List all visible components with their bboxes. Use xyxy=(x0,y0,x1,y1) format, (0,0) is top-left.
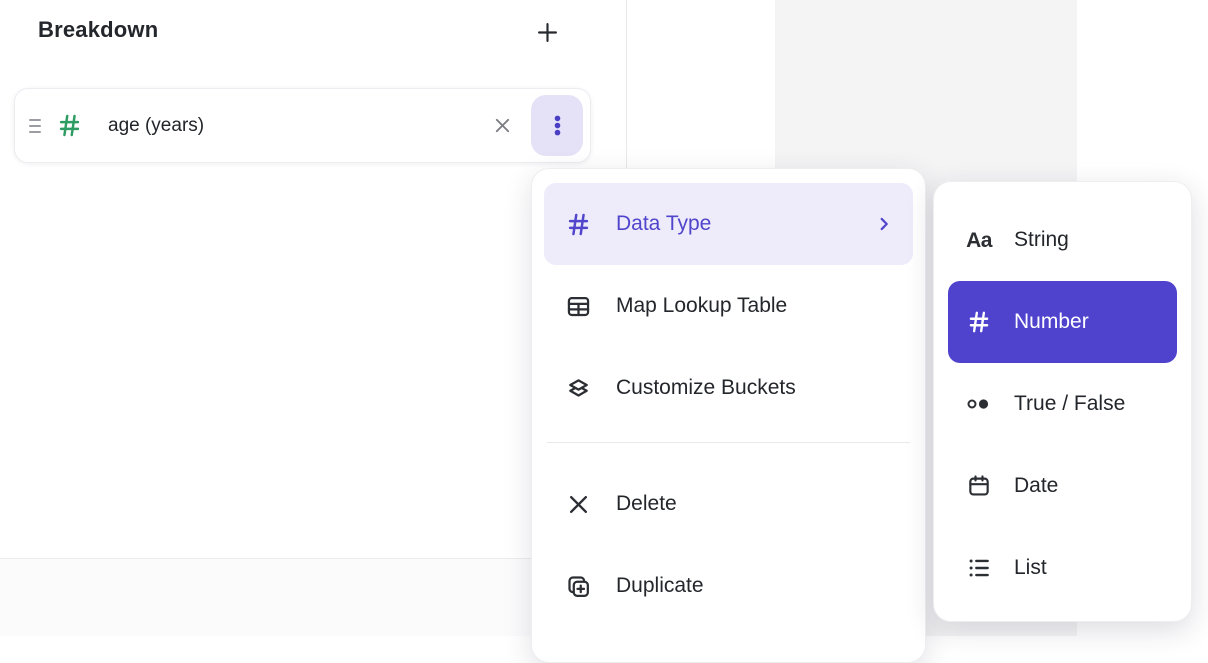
list-icon xyxy=(964,555,994,581)
submenu-item-label: Number xyxy=(1014,310,1089,334)
submenu-item-label: List xyxy=(1014,556,1047,580)
menu-item-duplicate[interactable]: Duplicate xyxy=(544,545,913,627)
breakdown-field-card[interactable]: age (years) xyxy=(14,88,591,163)
x-icon xyxy=(565,491,592,518)
plus-icon xyxy=(534,19,561,46)
duplicate-icon xyxy=(565,573,592,600)
submenu-item-date[interactable]: Date xyxy=(948,445,1177,527)
add-breakdown-button[interactable] xyxy=(527,12,567,52)
menu-item-delete[interactable]: Delete xyxy=(544,463,913,545)
remove-field-button[interactable] xyxy=(485,109,519,143)
hash-icon xyxy=(964,309,994,335)
data-type-submenu: Aa String Number True / False Date xyxy=(933,181,1192,622)
submenu-item-string[interactable]: Aa String xyxy=(948,199,1177,281)
menu-item-label: Customize Buckets xyxy=(616,376,796,400)
submenu-item-label: Date xyxy=(1014,474,1058,498)
menu-item-label: Map Lookup Table xyxy=(616,294,787,318)
hash-icon xyxy=(565,211,592,238)
number-type-icon xyxy=(56,112,83,139)
field-label: age (years) xyxy=(108,115,204,137)
menu-item-label: Delete xyxy=(616,492,677,516)
submenu-item-label: True / False xyxy=(1014,392,1125,416)
layers-icon xyxy=(565,375,592,402)
menu-item-data-type[interactable]: Data Type xyxy=(544,183,913,265)
boolean-circles-icon xyxy=(964,392,994,416)
drag-handle-icon[interactable] xyxy=(21,119,49,133)
menu-item-map-lookup-table[interactable]: Map Lookup Table xyxy=(544,265,913,347)
submenu-item-label: String xyxy=(1014,228,1069,252)
submenu-item-list[interactable]: List xyxy=(948,527,1177,609)
chevron-right-icon xyxy=(873,213,895,235)
menu-item-customize-buckets[interactable]: Customize Buckets xyxy=(544,347,913,429)
menu-item-label: Duplicate xyxy=(616,574,704,598)
menu-item-label: Data Type xyxy=(616,212,711,236)
table-icon xyxy=(565,293,592,320)
page-title: Breakdown xyxy=(38,17,158,43)
field-options-menu: Data Type Map Lookup Table Customize Buc… xyxy=(531,168,926,663)
kebab-menu-icon xyxy=(545,113,570,138)
field-options-button[interactable] xyxy=(531,95,583,156)
calendar-icon xyxy=(964,473,994,499)
submenu-item-number[interactable]: Number xyxy=(948,281,1177,363)
string-aa-icon: Aa xyxy=(964,230,994,251)
submenu-item-true-false[interactable]: True / False xyxy=(948,363,1177,445)
close-icon xyxy=(492,115,513,136)
menu-divider xyxy=(547,442,910,443)
